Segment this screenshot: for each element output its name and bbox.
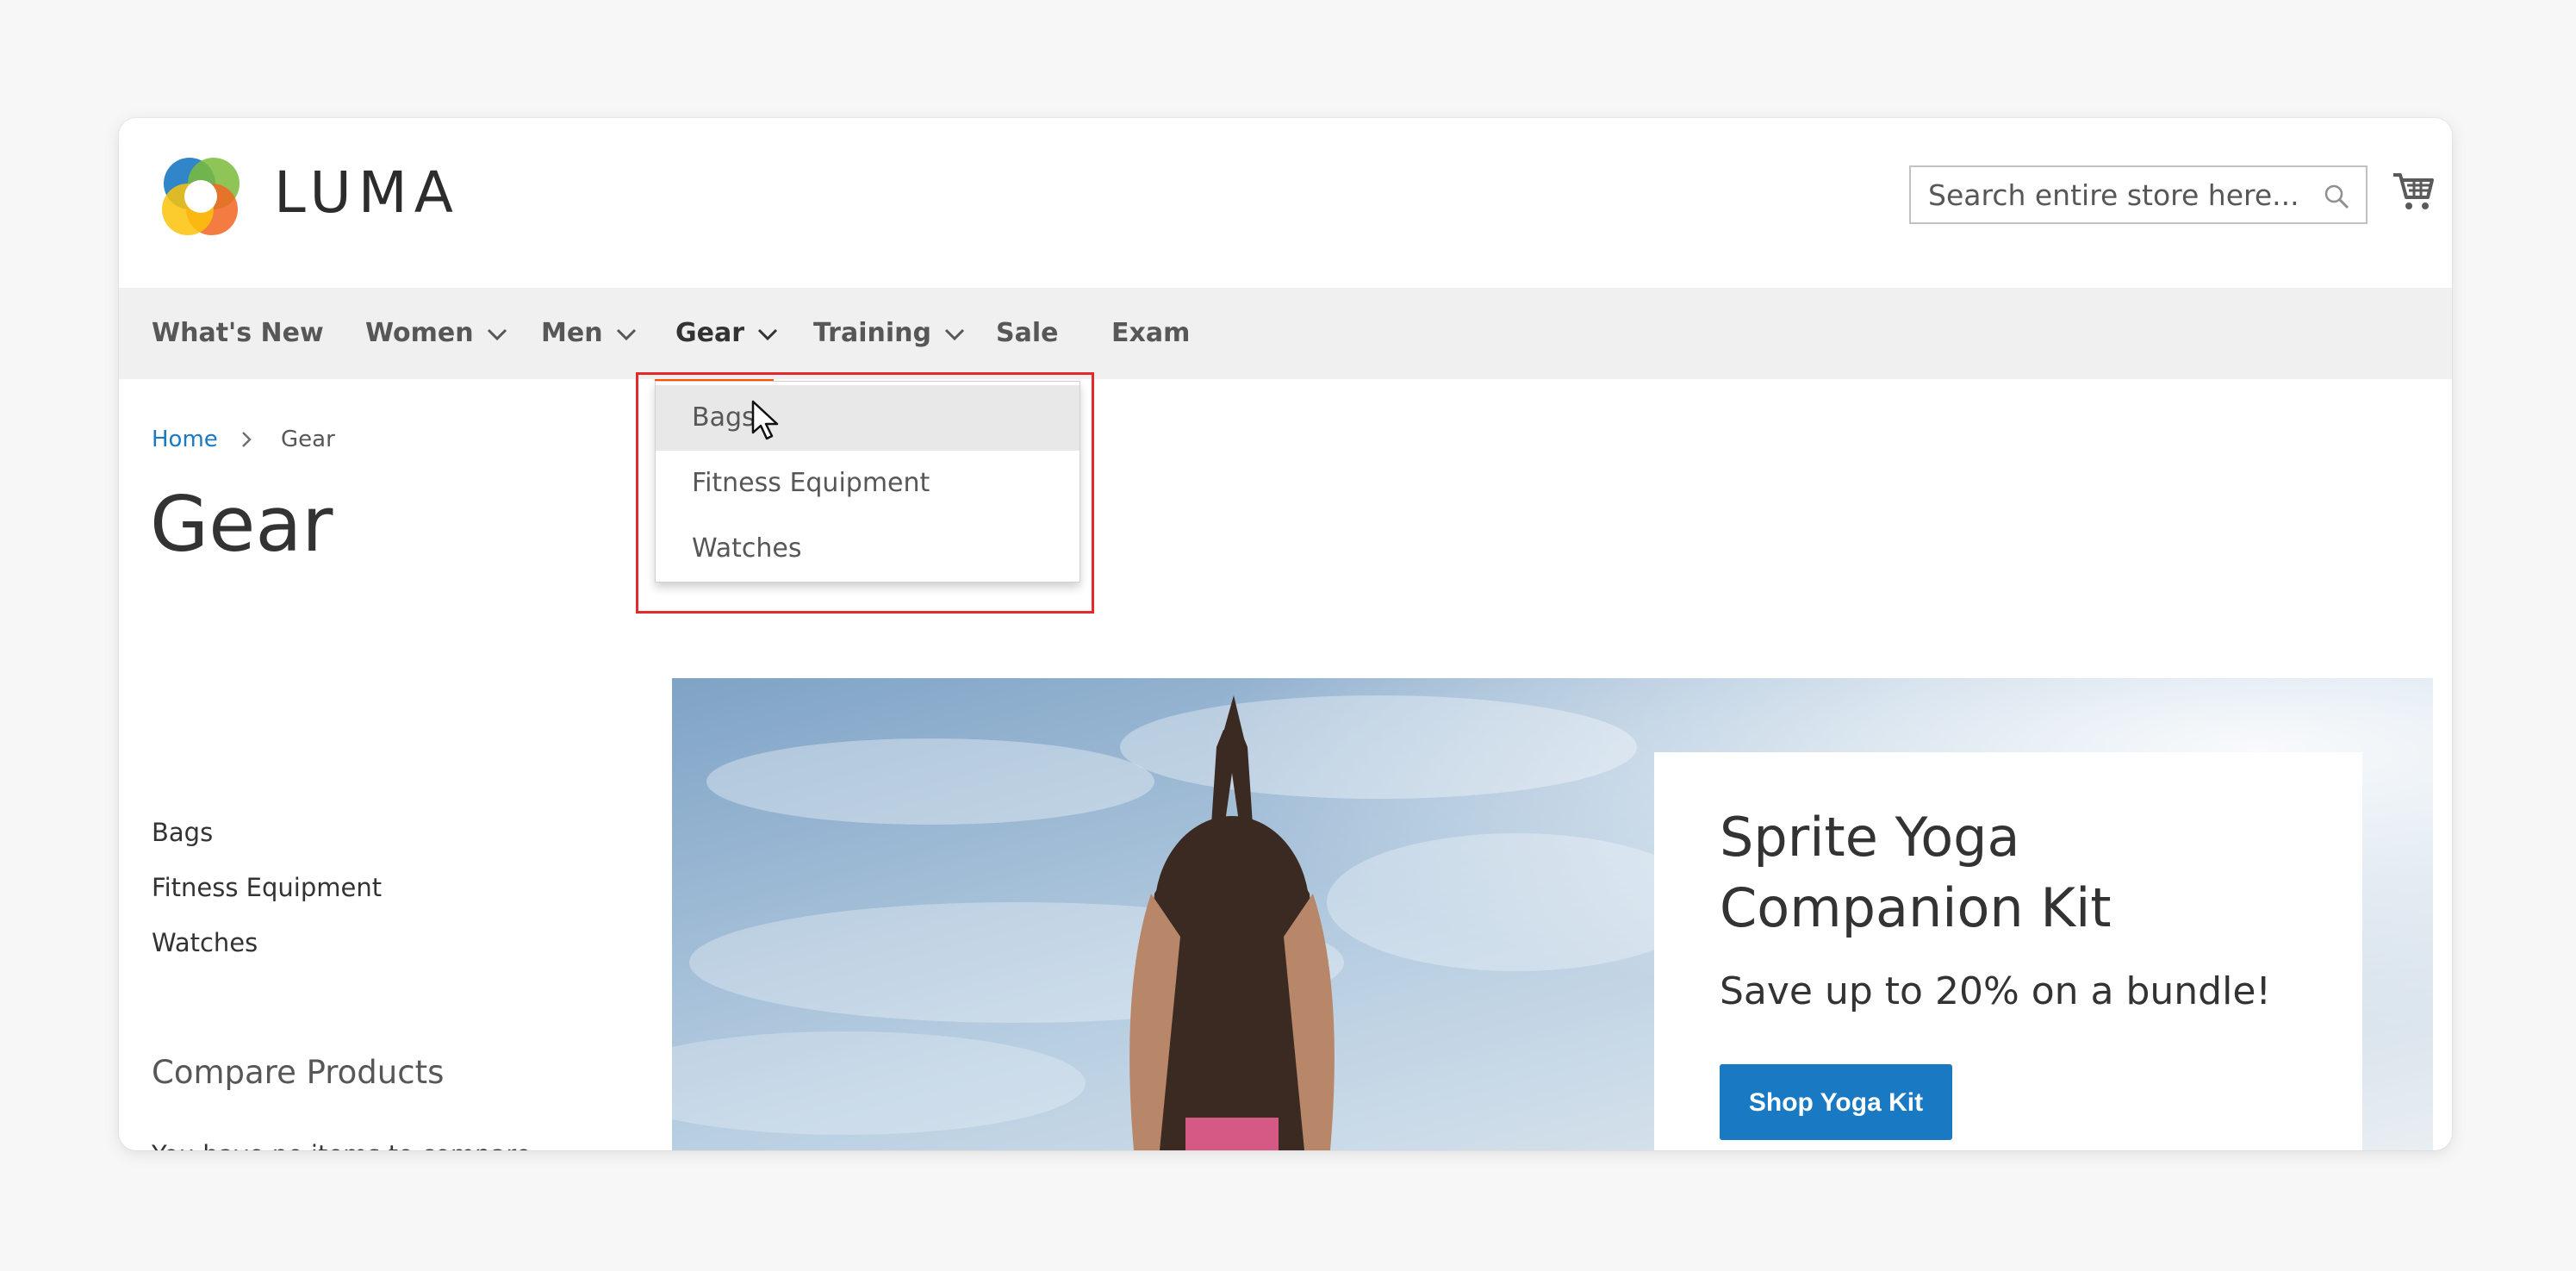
chevron-down-icon — [944, 328, 965, 340]
chevron-right-icon — [242, 432, 252, 447]
nav-label: Sale — [996, 318, 1059, 348]
search-input[interactable] — [1911, 167, 2307, 222]
search-box[interactable] — [1909, 165, 2368, 224]
nav-item-exam[interactable]: Exam — [1111, 288, 1190, 379]
promo-banner[interactable]: Sprite Yoga Companion Kit Save up to 20%… — [672, 678, 2433, 1150]
nav-item-gear[interactable]: Gear — [675, 288, 779, 379]
chevron-down-icon — [616, 328, 636, 340]
sidebar-item-bags[interactable]: Bags — [152, 818, 213, 847]
nav-label: Exam — [1111, 318, 1191, 348]
promo-title: Sprite Yoga Companion Kit — [1720, 806, 2112, 939]
brand-name: LUMA — [274, 159, 460, 226]
sidebar-item-watches[interactable]: Watches — [152, 928, 258, 957]
nav-item-women[interactable]: Women — [365, 288, 508, 379]
shop-yoga-kit-button[interactable]: Shop Yoga Kit — [1720, 1064, 1952, 1140]
page-title: Gear — [150, 480, 333, 569]
nav-item-training[interactable]: Training — [813, 288, 966, 379]
luma-logo[interactable] — [153, 149, 248, 244]
chevron-down-icon — [757, 328, 778, 340]
store-page: LUMA What's New Women Men Gear Training — [119, 118, 2452, 1150]
nav-label: Women — [365, 318, 474, 348]
promo-card: Sprite Yoga Companion Kit Save up to 20%… — [1654, 752, 2362, 1150]
nav-label: Training — [813, 318, 931, 348]
nav-label: Gear — [675, 318, 745, 348]
search-icon[interactable] — [2323, 183, 2350, 210]
nav-item-sale[interactable]: Sale — [996, 288, 1058, 379]
chevron-down-icon — [487, 328, 507, 340]
breadcrumb-home[interactable]: Home — [152, 427, 218, 452]
promo-subtitle: Save up to 20% on a bundle! — [1720, 969, 2272, 1013]
nav-label: Men — [541, 318, 603, 348]
breadcrumb-current: Gear — [281, 427, 335, 452]
highlight-annotation-box — [636, 372, 1094, 614]
nav-item-men[interactable]: Men — [541, 288, 638, 379]
mouse-cursor-icon — [751, 400, 779, 440]
nav-label: What's New — [152, 318, 324, 348]
cart-icon[interactable] — [2392, 171, 2435, 211]
sidebar-item-fitness-equipment[interactable]: Fitness Equipment — [152, 873, 382, 902]
compare-empty-message: You have no items to compare. — [152, 1140, 539, 1150]
compare-products-title: Compare Products — [152, 1054, 445, 1091]
main-nav: What's New Women Men Gear Training Sale … — [119, 288, 2452, 379]
nav-item-whats-new[interactable]: What's New — [152, 288, 324, 379]
